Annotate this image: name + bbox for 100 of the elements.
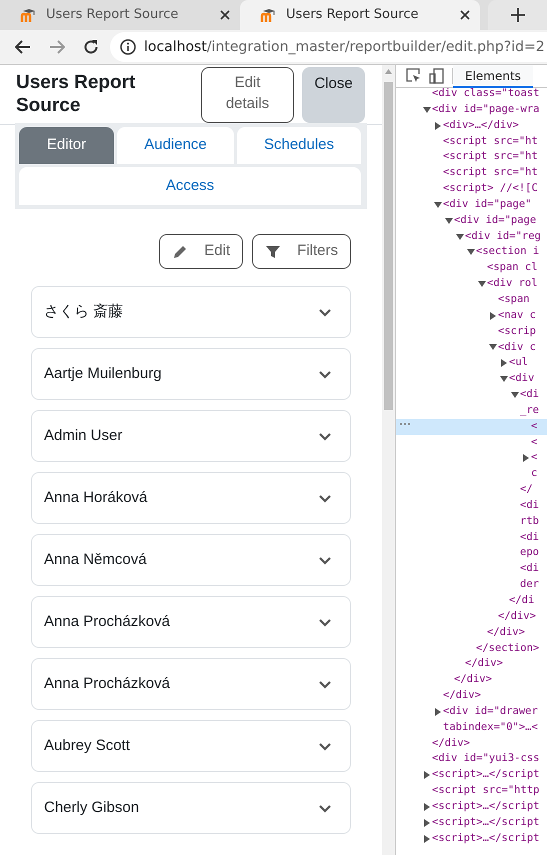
edit-button[interactable]: Edit: [159, 234, 244, 269]
html-tag: <script src="ht: [443, 149, 538, 166]
user-name: Anna Procházková: [44, 612, 171, 632]
user-row[interactable]: Anna Procházková: [31, 658, 351, 710]
collapsed-triangle-icon[interactable]: [522, 454, 530, 462]
collapsed-triangle-icon[interactable]: [500, 359, 508, 368]
user-name: Aubrey Scott: [44, 736, 131, 756]
html-tag: <script> //<![C: [443, 181, 538, 197]
user-name: Admin User: [44, 426, 124, 446]
html-tag: <span cl: [487, 260, 538, 276]
expanded-triangle-icon[interactable]: [467, 248, 475, 256]
collapsed-triangle-icon[interactable]: [423, 818, 431, 827]
html-tag: </div>: [487, 624, 525, 641]
inspect-icon[interactable]: [406, 68, 421, 83]
page-title: Users Report Source: [16, 72, 136, 118]
more-dots-icon: [399, 422, 411, 426]
expanded-triangle-icon[interactable]: [434, 200, 442, 209]
tag-continuation: tabindex="0">…<: [443, 720, 538, 735]
user-row[interactable]: Anna Procházková: [31, 596, 351, 648]
tag-continuation: rtb: [520, 514, 539, 529]
close-icon: [220, 10, 230, 20]
expanded-triangle-icon[interactable]: [445, 216, 453, 225]
tag-continuation: _re: [520, 402, 539, 418]
html-tag: </: [520, 482, 533, 498]
expanded-triangle-icon[interactable]: [423, 106, 431, 114]
collapsed-triangle-icon[interactable]: [423, 771, 431, 780]
new-tab-button[interactable]: [488, 0, 547, 30]
html-tag: </di: [509, 593, 534, 609]
user-row[interactable]: Aubrey Scott: [31, 720, 351, 772]
tag-continuation: der: [520, 577, 539, 592]
device-icon[interactable]: [429, 68, 444, 84]
tag-continuation: epo: [520, 545, 539, 560]
user-row[interactable]: Admin User: [31, 410, 351, 462]
url-text: localhost/integration_master/reportbuilder/edit.php?id=2: [144, 38, 545, 56]
collapsed-triangle-icon[interactable]: [423, 834, 431, 843]
html-tag: </div>: [432, 736, 470, 752]
back-arrow-icon: [15, 40, 31, 54]
report-tab[interactable]: Schedules: [237, 127, 361, 164]
expanded-triangle-icon[interactable]: [456, 232, 464, 241]
html-tag: <div id="page": [443, 196, 532, 213]
html-tag: <script src="http: [432, 783, 540, 799]
expanded-triangle-icon[interactable]: [478, 280, 486, 288]
html-tag: <div>…</div>: [443, 118, 519, 134]
close-button[interactable]: Close: [302, 67, 365, 123]
report-tab[interactable]: Editor: [19, 127, 114, 164]
moodle-logo-icon: [20, 8, 36, 22]
user-name: Anna Procházková: [44, 674, 171, 694]
elements-tab[interactable]: Elements: [453, 65, 533, 88]
tag-continuation: c: [531, 466, 538, 482]
reload-icon: [83, 39, 99, 55]
html-tag: <scrip: [498, 324, 536, 340]
html-tag: <div id="page-wra: [432, 102, 540, 118]
scrollbar-thumb[interactable]: [384, 82, 393, 410]
collapsed-triangle-icon[interactable]: [489, 312, 497, 320]
html-tag: <script>…</script: [432, 798, 540, 815]
html-tag: </div>: [465, 656, 503, 672]
html-tag: <div id="page: [454, 212, 536, 229]
address-bar[interactable]: localhost/integration_master/reportbuilder/edit.php?id=2: [110, 32, 547, 62]
html-tag: <div id="drawer: [443, 704, 538, 720]
html-tag: <nav c: [498, 308, 536, 324]
collapsed-triangle-icon[interactable]: [434, 122, 442, 130]
scrollbar[interactable]: [382, 65, 395, 855]
html-tag: <ul: [509, 355, 528, 372]
expanded-triangle-icon[interactable]: [511, 390, 519, 399]
collapsed-triangle-icon[interactable]: [434, 708, 442, 716]
plus-icon: [510, 8, 525, 22]
user-row[interactable]: さくら 斎藤: [31, 286, 351, 338]
expanded-triangle-icon[interactable]: [500, 375, 508, 384]
html-tag: <script src="ht: [443, 165, 538, 182]
html-tag: <div id="yui3-css: [432, 751, 540, 768]
html-tag: <div: [509, 371, 534, 388]
expanded-triangle-icon[interactable]: [489, 343, 497, 352]
html-tag: <div id="reg: [465, 228, 541, 244]
user-row[interactable]: Anna Horáková: [31, 472, 351, 524]
filters-button[interactable]: Filters: [252, 234, 351, 269]
html-tag: <script>…</script: [432, 814, 540, 831]
filter-icon: [265, 244, 282, 260]
html-tag: </section>: [476, 640, 540, 656]
html-tag: </div>: [498, 608, 536, 625]
report-tab[interactable]: Access: [19, 167, 361, 205]
html-tag: <div c: [498, 340, 536, 356]
collapsed-triangle-icon[interactable]: [423, 802, 431, 811]
browser-tab[interactable]: Users Report Source: [240, 0, 480, 30]
html-tag: <di: [520, 530, 539, 546]
report-tab[interactable]: Audience: [117, 127, 234, 164]
html-tag: <: [531, 450, 538, 466]
moodle-logo-icon: [260, 8, 276, 22]
html-tag: <script>…</script: [432, 767, 540, 784]
user-row[interactable]: Cherly Gibson: [31, 782, 351, 834]
forward-arrow-icon: [49, 40, 65, 54]
scroll-up-icon: [385, 69, 392, 74]
selected-node-row[interactable]: <: [396, 418, 547, 435]
user-name: さくら 斎藤: [44, 302, 124, 322]
user-row[interactable]: Aartje Muilenburg: [31, 348, 351, 400]
edit-details-button[interactable]: Edit details: [201, 67, 294, 123]
user-row[interactable]: Anna Němcová: [31, 534, 351, 586]
browser-tab[interactable]: Users Report Source: [0, 0, 240, 30]
html-tag: <div rol: [487, 276, 538, 292]
user-name: Anna Horáková: [44, 488, 148, 508]
html-tag: </div>: [454, 672, 492, 688]
